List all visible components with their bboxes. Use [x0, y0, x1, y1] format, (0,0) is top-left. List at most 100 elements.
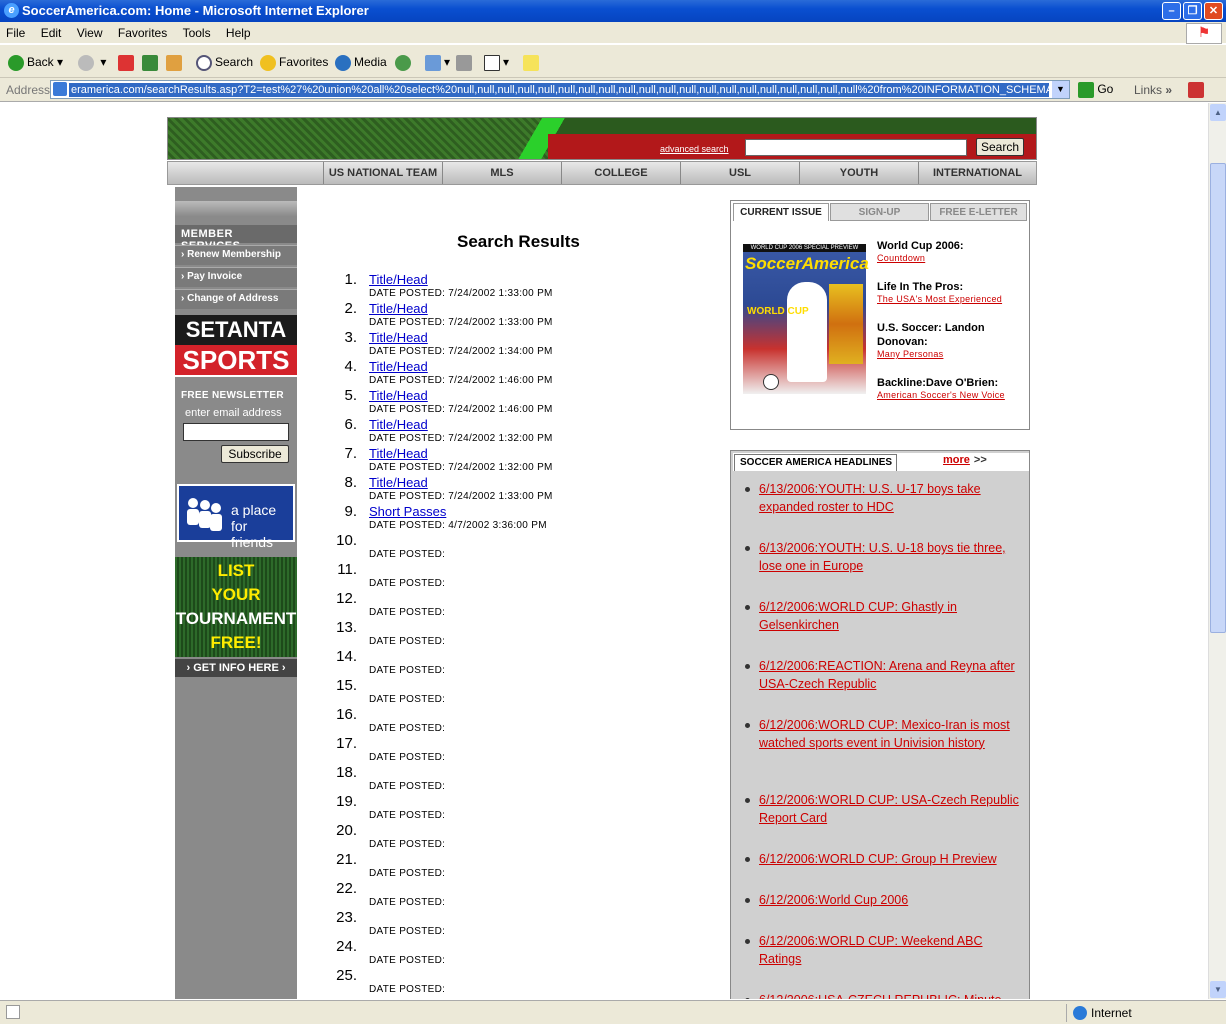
result-number: 9. — [344, 503, 357, 520]
story-link[interactable]: Countdown — [877, 253, 1027, 263]
headline-link[interactable]: 6/12/2006:WORLD CUP: Mexico-Iran is most… — [745, 717, 1021, 752]
nav-mls[interactable]: MLS — [442, 162, 561, 184]
current-issue-box: CURRENT ISSUE SIGN-UP FREE E-LETTER WORL… — [730, 200, 1030, 430]
result-title-link[interactable]: Title/Head — [369, 301, 428, 316]
result-title-link[interactable]: Title/Head — [369, 446, 428, 461]
myspace-ad[interactable]: a place for friends — [177, 484, 295, 550]
myspace-text: a place for friends — [231, 502, 293, 550]
magazine-cover[interactable]: WORLD CUP 2006 SPECIAL PREVIEW SoccerAme… — [743, 244, 869, 394]
close-button[interactable]: ✕ — [1204, 2, 1223, 20]
result-title-link[interactable]: Short Passes — [369, 504, 446, 519]
more-headlines-link[interactable]: more >> — [943, 454, 987, 466]
page-icon — [53, 82, 67, 96]
address-input[interactable]: eramerica.com/searchResults.asp?T2=test%… — [50, 80, 1070, 99]
cover-world-cup: WORLD CUP — [747, 306, 809, 317]
headline-link[interactable]: 6/12/2006:REACTION: Arena and Reyna afte… — [745, 658, 1021, 693]
maximize-button[interactable]: ❐ — [1183, 2, 1202, 20]
setanta-sports-ad[interactable]: SETANTA SPORTS — [175, 315, 297, 377]
headline-link[interactable]: 6/12/2006:USA-CZECH REPUBLIC: Minute — [745, 992, 1021, 999]
result-title-link[interactable]: Title/Head — [369, 417, 428, 432]
messenger-button[interactable] — [523, 52, 542, 72]
result-title-link[interactable]: Title/Head — [369, 330, 428, 345]
ie-logo-icon: e — [4, 3, 19, 18]
menu-edit[interactable]: Edit — [35, 22, 68, 44]
headline-link[interactable]: 6/12/2006:World Cup 2006 — [745, 892, 1021, 910]
forward-button[interactable]: ▾ — [78, 52, 106, 72]
tournament-ad[interactable]: LIST YOUR TOURNAMENT FREE! — [175, 557, 297, 657]
nav-usl[interactable]: USL — [680, 162, 799, 184]
scroll-thumb[interactable] — [1210, 163, 1226, 633]
media-button[interactable]: Media — [335, 52, 387, 72]
site-search-button[interactable]: Search — [976, 138, 1024, 156]
vertical-scrollbar[interactable]: ▲ ▼ — [1208, 103, 1226, 999]
menu-favorites[interactable]: Favorites — [112, 22, 173, 44]
nav-us-national-team[interactable]: US NATIONAL TEAM — [323, 162, 442, 184]
headlines-box: SOCCER AMERICA HEADLINES more >> 6/13/200… — [730, 450, 1030, 999]
result-title-link[interactable]: Title/Head — [369, 359, 428, 374]
menu-help[interactable]: Help — [220, 22, 257, 44]
headline-link[interactable]: 6/12/2006:WORLD CUP: USA-Czech Republic … — [745, 792, 1021, 827]
result-row: 4. Title/Head DATE POSTED: 7/24/2002 1:46:… — [327, 358, 727, 389]
site-search-input[interactable] — [745, 139, 967, 156]
page-viewport: advanced search Search US NATIONAL TEAM … — [0, 103, 1208, 999]
result-row: 2. Title/Head DATE POSTED: 7/24/2002 1:33:… — [327, 300, 727, 331]
story-link[interactable]: Many Personas — [877, 349, 1027, 359]
headline-link[interactable]: 6/13/2006:YOUTH: U.S. U-17 boys take exp… — [745, 481, 1021, 516]
print-button[interactable] — [456, 52, 475, 72]
story-item: Backline:Dave O'Brien: American Soccer's… — [877, 376, 1027, 400]
edit-button[interactable]: ▾ — [484, 52, 509, 72]
cover-logo: SoccerAmerica — [745, 254, 869, 273]
tab-current-issue[interactable]: CURRENT ISSUE — [733, 203, 829, 221]
home-button[interactable] — [166, 52, 185, 72]
search-button[interactable]: Search — [196, 52, 253, 72]
nav-youth[interactable]: YOUTH — [799, 162, 918, 184]
refresh-button[interactable] — [142, 52, 161, 72]
story-link[interactable]: The USA's Most Experienced — [877, 294, 1027, 304]
favorites-button[interactable]: Favorites — [260, 52, 328, 72]
result-row: 25. DATE POSTED: — [327, 967, 727, 998]
story-heading: U.S. Soccer: Landon Donovan: — [877, 322, 985, 348]
menu-view[interactable]: View — [71, 22, 109, 44]
result-title-link[interactable]: Title/Head — [369, 388, 428, 403]
acrobat-icon[interactable] — [1188, 82, 1204, 98]
result-date: DATE POSTED: — [369, 752, 446, 763]
scroll-down-icon[interactable]: ▼ — [1210, 981, 1226, 998]
links-button[interactable]: Links » — [1134, 83, 1172, 97]
newsletter-email-input[interactable] — [183, 423, 289, 441]
result-number: 6. — [344, 416, 357, 433]
mail-button[interactable]: ▾ — [425, 52, 450, 72]
address-dropdown-icon[interactable]: ▼ — [1052, 81, 1069, 98]
tab-sign-up[interactable]: SIGN-UP — [830, 203, 929, 221]
pay-invoice-link[interactable]: › Pay Invoice — [175, 267, 297, 287]
nav-college[interactable]: COLLEGE — [561, 162, 680, 184]
nav-international[interactable]: INTERNATIONAL — [918, 162, 1036, 184]
scroll-up-icon[interactable]: ▲ — [1210, 104, 1226, 121]
back-button[interactable]: Back ▾ — [8, 52, 63, 72]
history-button[interactable] — [395, 52, 414, 72]
headline-link[interactable]: 6/12/2006:WORLD CUP: Weekend ABC Ratings — [745, 933, 1021, 968]
result-title-link[interactable]: Title/Head — [369, 475, 428, 490]
minimize-button[interactable]: – — [1162, 2, 1181, 20]
change-of-address-link[interactable]: › Change of Address — [175, 289, 297, 309]
subscribe-button[interactable]: Subscribe — [221, 445, 289, 463]
renew-membership-link[interactable]: › Renew Membership — [175, 245, 297, 265]
advanced-search-link[interactable]: advanced search — [660, 144, 729, 154]
go-button[interactable]: Go — [1078, 82, 1113, 98]
headline-link[interactable]: 6/12/2006:WORLD CUP: Ghastly in Gelsenki… — [745, 599, 1021, 634]
menu-file[interactable]: File — [0, 22, 31, 44]
tab-free-e-letter[interactable]: FREE E-LETTER — [930, 203, 1027, 221]
result-row: 10. DATE POSTED: — [327, 532, 727, 563]
result-date: DATE POSTED: — [369, 607, 446, 618]
get-info-button[interactable]: › GET INFO HERE › — [175, 659, 297, 677]
result-title-link[interactable]: Title/Head — [369, 272, 428, 287]
address-url[interactable]: eramerica.com/searchResults.asp?T2=test%… — [69, 83, 1049, 97]
headline-link[interactable]: 6/12/2006:WORLD CUP: Group H Preview — [745, 851, 1021, 869]
headline-link[interactable]: 6/13/2006:YOUTH: U.S. U-18 boys tie thre… — [745, 540, 1021, 575]
result-number: 16. — [336, 706, 357, 723]
story-link[interactable]: American Soccer's New Voice — [877, 390, 1027, 400]
menu-tools[interactable]: Tools — [177, 22, 217, 44]
windows-logo-icon: ⚑ — [1186, 23, 1222, 44]
media-label: Media — [354, 55, 387, 69]
stop-button[interactable] — [118, 52, 137, 72]
address-bar: Address eramerica.com/searchResults.asp?… — [0, 78, 1226, 102]
